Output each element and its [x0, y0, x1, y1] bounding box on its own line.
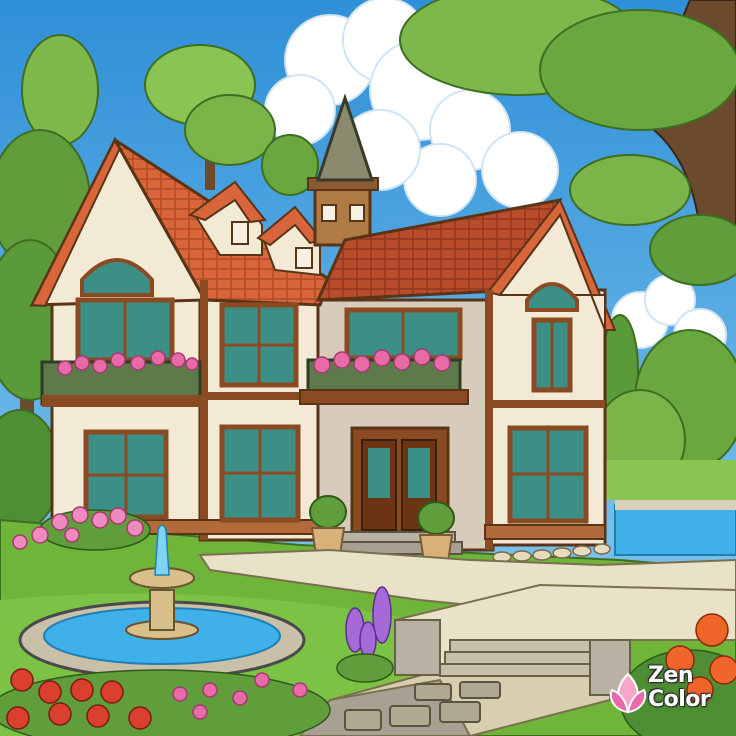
logo-text: Zen Color	[648, 663, 711, 712]
logo-line-1: Zen	[648, 663, 694, 688]
background-trees-right	[594, 314, 736, 500]
illustration	[0, 0, 736, 736]
brand-logo: Zen Color	[608, 660, 726, 722]
lotus-icon	[609, 672, 647, 714]
garden-stairs	[439, 639, 601, 677]
logo-line-2: Color	[648, 687, 711, 712]
lake	[614, 504, 736, 556]
